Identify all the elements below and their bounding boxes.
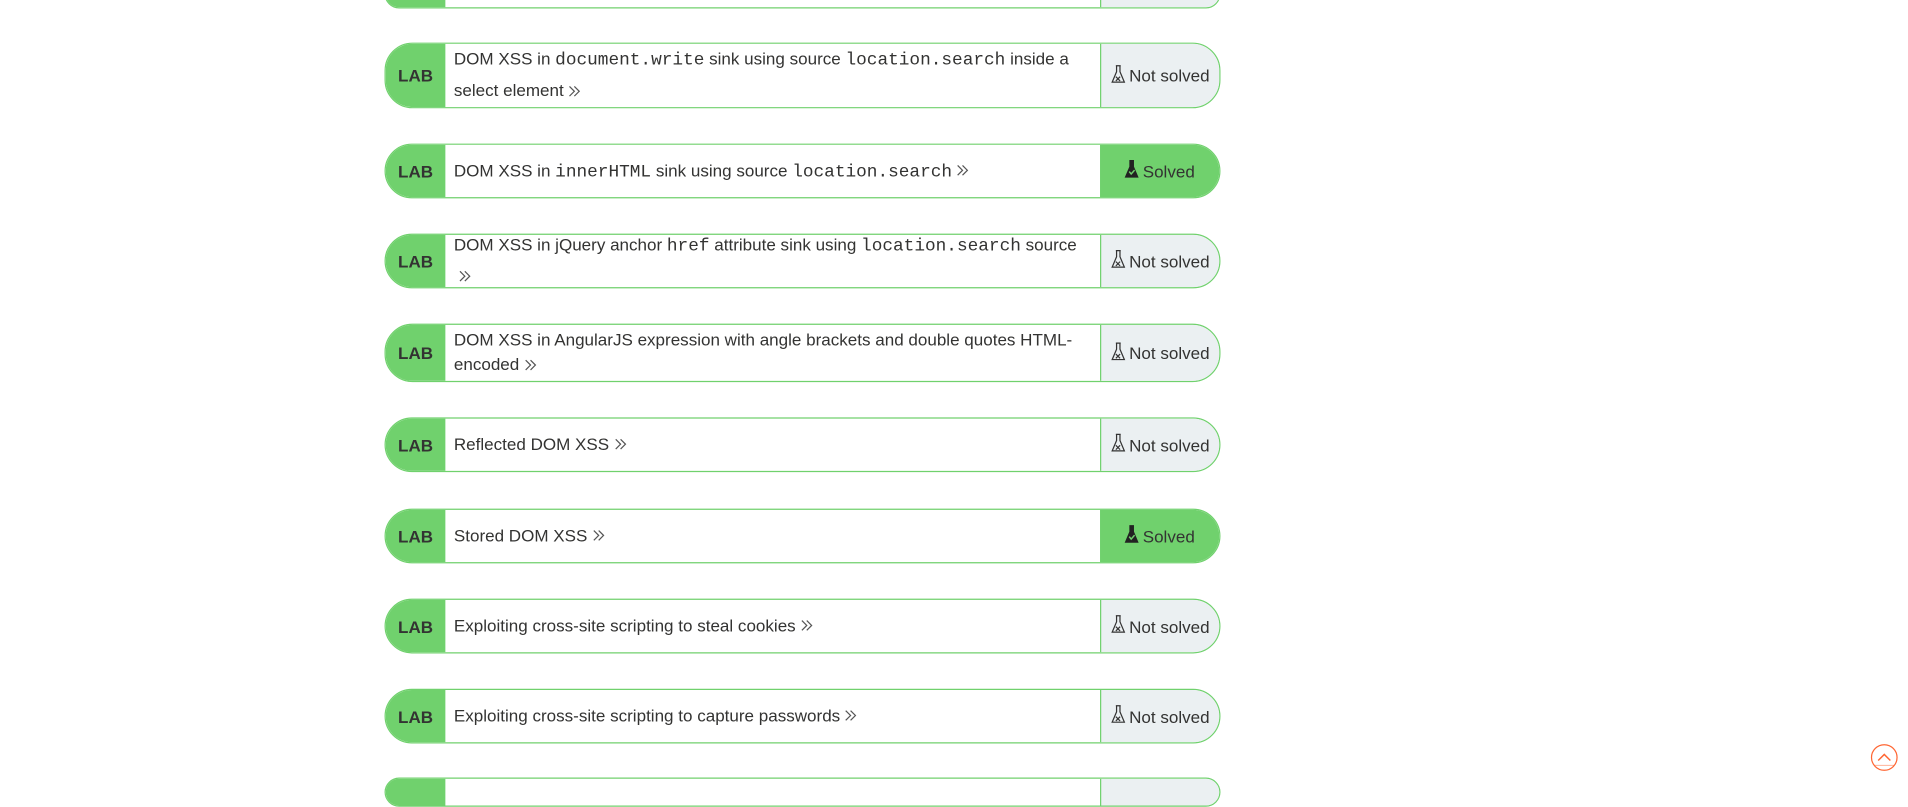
lab-link[interactable] <box>445 779 1100 806</box>
lab-status-solved: Solved <box>1100 509 1220 563</box>
status-label: Not solved <box>1129 343 1210 363</box>
flask-outline-icon <box>1111 249 1126 272</box>
flask-filled-icon <box>1124 159 1139 182</box>
double-chevron-right-icon <box>592 521 605 550</box>
lab-link[interactable]: DOM XSS in document.write sink using sou… <box>445 44 1100 107</box>
code-source: location.search <box>845 51 1006 71</box>
lab-status <box>1100 778 1220 806</box>
lab-badge: LAB <box>385 43 446 108</box>
status-label: Solved <box>1142 526 1195 546</box>
lab-title: DOM XSS in jQuery anchor href attribute … <box>454 235 1093 287</box>
double-chevron-right-icon <box>524 352 537 376</box>
lab-row-partial-top <box>384 0 1221 9</box>
double-chevron-right-icon <box>957 156 970 185</box>
lab-title: Reflected DOM XSS <box>454 429 628 460</box>
lab-badge: LAB <box>385 324 446 381</box>
lab-row: LAB DOM XSS in document.write sink using… <box>384 42 1221 109</box>
code-source: location.search <box>792 162 953 182</box>
lab-status-not-solved: Not solved <box>1100 234 1220 288</box>
scroll-to-top-icon[interactable] <box>1870 743 1898 771</box>
flask-outline-icon <box>1111 64 1126 87</box>
flask-outline-icon <box>1111 341 1126 364</box>
status-label: Not solved <box>1129 706 1210 726</box>
lab-link[interactable] <box>445 0 1100 7</box>
lab-badge: LAB <box>385 599 446 653</box>
lab-title: Exploiting cross-site scripting to steal… <box>454 611 814 642</box>
lab-status-not-solved: Not solved <box>1100 599 1220 653</box>
flask-outline-icon <box>1111 433 1126 456</box>
lab-row: LAB Exploiting cross-site scripting to s… <box>384 598 1221 654</box>
lab-title: Stored DOM XSS <box>454 521 606 552</box>
status-label: Not solved <box>1129 65 1210 86</box>
lab-link[interactable]: DOM XSS in AngularJS expression with ang… <box>445 325 1100 381</box>
status-label: Solved <box>1142 161 1195 181</box>
lab-row: LAB DOM XSS in jQuery anchor href attrib… <box>384 233 1221 289</box>
double-chevron-right-icon <box>845 701 858 730</box>
lab-title: DOM XSS in innerHTML sink using source l… <box>454 155 970 187</box>
lab-row: LAB Reflected DOM XSS Not solved <box>384 417 1221 473</box>
double-chevron-right-icon <box>614 430 627 459</box>
lab-link[interactable]: Reflected DOM XSS <box>445 419 1100 471</box>
lab-status-not-solved: Not solved <box>1100 43 1220 108</box>
double-chevron-right-icon <box>801 611 814 640</box>
status-label: Not solved <box>1129 435 1210 455</box>
code-sink: innerHTML <box>555 162 652 182</box>
code-attribute: href <box>666 237 710 257</box>
lab-row-partial-bottom <box>384 777 1221 807</box>
lab-badge: LAB <box>385 509 446 563</box>
lab-link[interactable]: Stored DOM XSS <box>445 510 1100 562</box>
lab-row: LAB DOM XSS in AngularJS expression with… <box>384 323 1221 383</box>
lab-title: DOM XSS in document.write sink using sou… <box>454 44 1093 106</box>
code-source: location.search <box>861 237 1021 257</box>
lab-link[interactable]: DOM XSS in innerHTML sink using source l… <box>445 145 1100 197</box>
lab-badge: LAB <box>385 144 446 198</box>
lab-link[interactable]: Exploiting cross-site scripting to captu… <box>445 690 1100 742</box>
flask-outline-icon <box>1111 705 1126 728</box>
flask-outline-icon <box>1111 615 1126 638</box>
lab-badge: LAB <box>385 234 446 288</box>
double-chevron-right-icon <box>569 76 582 105</box>
status-label: Not solved <box>1129 616 1210 636</box>
lab-title: Exploiting cross-site scripting to captu… <box>454 701 859 732</box>
flask-filled-icon <box>1124 524 1139 547</box>
status-label: Not solved <box>1129 251 1210 271</box>
lab-row: LAB Stored DOM XSS Solved <box>384 508 1221 564</box>
lab-status-not-solved: Not solved <box>1100 689 1220 743</box>
lab-badge: LAB <box>385 689 446 743</box>
double-chevron-right-icon <box>459 262 472 287</box>
lab-link[interactable]: DOM XSS in jQuery anchor href attribute … <box>445 235 1100 287</box>
lab-row: LAB DOM XSS in innerHTML sink using sour… <box>384 143 1221 199</box>
lab-status-not-solved: Not solved <box>1100 324 1220 381</box>
lab-status <box>1100 0 1220 8</box>
lab-badge <box>385 778 446 806</box>
lab-badge <box>385 0 446 8</box>
lab-title: DOM XSS in AngularJS expression with ang… <box>454 328 1093 378</box>
code-sink: document.write <box>555 51 705 71</box>
lab-status-solved: Solved <box>1100 144 1220 198</box>
lab-status-not-solved: Not solved <box>1100 418 1220 471</box>
lab-badge: LAB <box>385 418 446 471</box>
lab-link[interactable]: Exploiting cross-site scripting to steal… <box>445 600 1100 652</box>
lab-row: LAB Exploiting cross-site scripting to c… <box>384 688 1221 744</box>
